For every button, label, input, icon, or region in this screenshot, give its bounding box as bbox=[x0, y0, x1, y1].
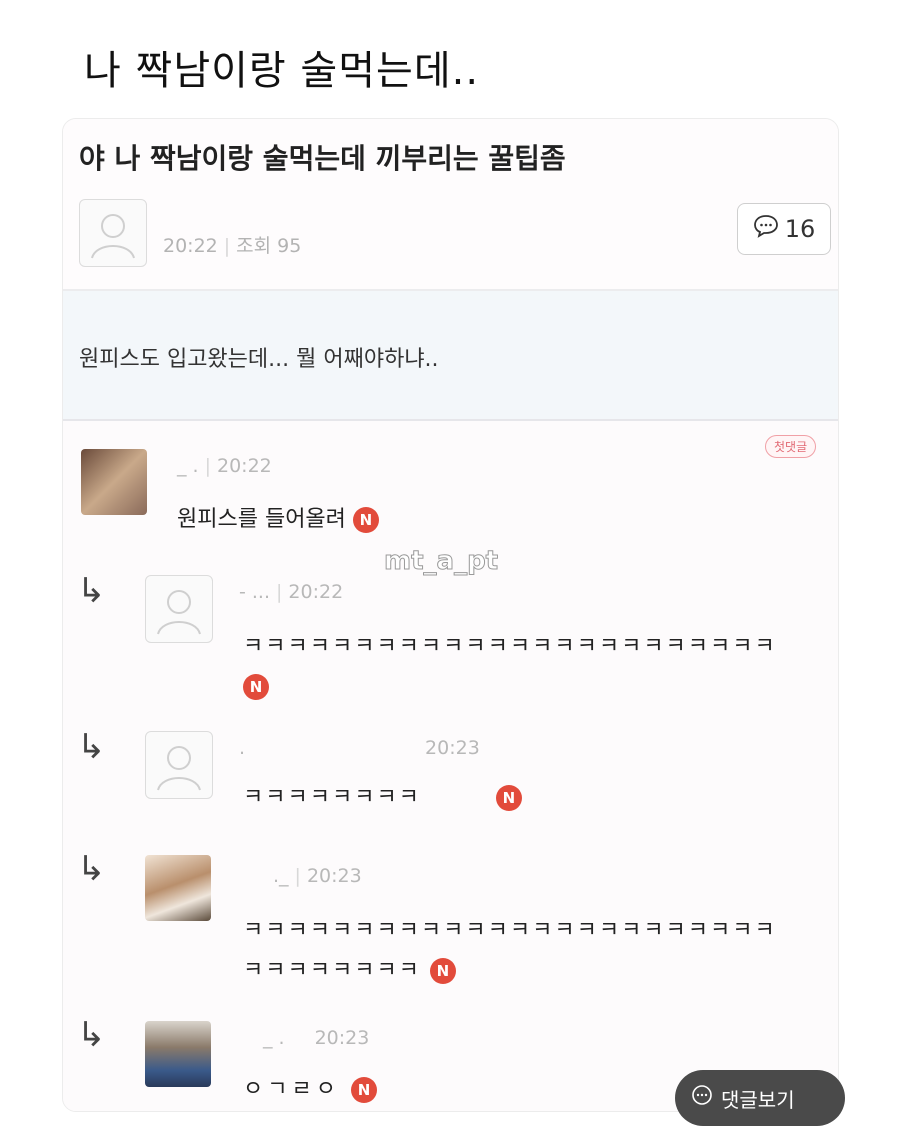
author-avatar-icon[interactable] bbox=[79, 199, 147, 267]
watermark: mt_a_pt bbox=[383, 546, 499, 577]
view-comments-label: 댓글보기 bbox=[721, 1088, 795, 1112]
commenter-avatar[interactable] bbox=[145, 855, 211, 921]
commenter-avatar[interactable] bbox=[145, 1021, 211, 1087]
comment-meta: ._ | 20:23 bbox=[273, 865, 362, 887]
default-avatar-icon[interactable] bbox=[145, 575, 213, 643]
new-badge: N bbox=[429, 958, 456, 984]
comment-count: 16 bbox=[784, 215, 816, 243]
post-views: 조회 95 bbox=[236, 235, 302, 257]
meta-divider: | bbox=[204, 455, 211, 477]
comment-bubble-icon bbox=[753, 214, 779, 244]
comment-text: ㅋㅋㅋㅋㅋㅋㅋㅋㅋㅋㅋㅋㅋㅋㅋㅋㅋㅋㅋㅋㅋㅋㅋㅋ ㅋㅋㅋㅋㅋㅋㅋㅋ N bbox=[243, 911, 777, 991]
comment-text: ㅇㄱㄹㅇ N bbox=[243, 1071, 377, 1103]
commenter-name[interactable]: . bbox=[239, 737, 245, 759]
post-header: 야 나 짝남이랑 술먹는데 끼부리는 꿀팁좀 20:22 | 조회 95 16 bbox=[63, 119, 838, 291]
meta-divider: | bbox=[223, 235, 231, 257]
new-badge: N bbox=[495, 785, 522, 811]
comment-text: ㅋㅋㅋㅋㅋㅋㅋㅋ N bbox=[243, 779, 522, 811]
commenter-name[interactable]: ._ bbox=[273, 865, 289, 887]
comment-body: ㅇㄱㄹㅇ bbox=[243, 1077, 340, 1102]
comment-meta: . 20:23 bbox=[239, 737, 480, 759]
comment-time: 20:23 bbox=[314, 1027, 370, 1049]
comment-body: ㅋㅋㅋㅋㅋㅋㅋㅋ bbox=[243, 785, 421, 810]
comment-bubble-icon bbox=[691, 1084, 713, 1111]
comment-time: 20:22 bbox=[288, 581, 344, 603]
new-badge: N bbox=[350, 1077, 377, 1103]
comment-time: 20:23 bbox=[425, 737, 480, 759]
post-title[interactable]: 야 나 짝남이랑 술먹는데 끼부리는 꿀팁좀 bbox=[79, 137, 566, 177]
post-meta: 20:22 | 조회 95 bbox=[163, 231, 301, 258]
comment-body-line2: ㅋㅋㅋㅋㅋㅋㅋㅋ bbox=[243, 958, 421, 983]
default-avatar-icon[interactable] bbox=[145, 731, 213, 799]
comment-count-button[interactable]: 16 bbox=[737, 203, 831, 255]
new-badge: N bbox=[243, 674, 269, 700]
reply-arrow-icon: ↳ bbox=[77, 1015, 106, 1055]
post-body: 원피스도 입고왔는데... 뭘 어째야하냐.. bbox=[63, 291, 838, 421]
reply-item: ↳ ._ | 20:23 ㅋㅋㅋㅋㅋㅋㅋㅋㅋㅋㅋㅋㅋㅋㅋㅋㅋㅋㅋㅋㅋㅋㅋㅋ ㅋㅋㅋㅋ… bbox=[63, 831, 838, 998]
commenter-avatar[interactable] bbox=[81, 449, 147, 515]
meta-divider: | bbox=[294, 865, 301, 887]
reply-arrow-icon: ↳ bbox=[77, 571, 106, 611]
post-card: 야 나 짝남이랑 술먹는데 끼부리는 꿀팁좀 20:22 | 조회 95 16 원피… bbox=[62, 118, 839, 1112]
first-comment-badge: 첫댓글 bbox=[765, 435, 817, 458]
commenter-name[interactable]: - ... bbox=[239, 581, 270, 603]
comment-time: 20:22 bbox=[217, 455, 272, 477]
page-headline: 나 짝남이랑 술먹는데.. bbox=[84, 48, 480, 94]
post-body-text: 원피스도 입고왔는데... 뭘 어째야하냐.. bbox=[79, 347, 439, 372]
comment-body: ㅋㅋㅋㅋㅋㅋㅋㅋㅋㅋㅋㅋㅋㅋㅋㅋㅋㅋㅋㅋㅋㅋㅋㅋ bbox=[243, 634, 777, 659]
comment-meta: _ . | 20:22 bbox=[177, 455, 272, 477]
comment-text: ㅋㅋㅋㅋㅋㅋㅋㅋㅋㅋㅋㅋㅋㅋㅋㅋㅋㅋㅋㅋㅋㅋㅋㅋ N bbox=[243, 627, 833, 707]
comment-text: 원피스를 들어올려 N bbox=[177, 501, 379, 533]
view-comments-button[interactable]: 댓글보기 bbox=[675, 1070, 845, 1126]
comment-time: 20:23 bbox=[306, 865, 362, 887]
comment-item: _ . | 20:22 첫댓글 원피스를 들어올려 N bbox=[63, 421, 838, 550]
comment-meta: - ... | 20:22 bbox=[239, 581, 343, 603]
reply-arrow-icon: ↳ bbox=[77, 849, 106, 889]
comment-meta: _ . 20:23 bbox=[263, 1027, 369, 1049]
comment-body-line1: ㅋㅋㅋㅋㅋㅋㅋㅋㅋㅋㅋㅋㅋㅋㅋㅋㅋㅋㅋㅋㅋㅋㅋㅋ bbox=[243, 918, 777, 943]
reply-item: ↳ . 20:23 ㅋㅋㅋㅋㅋㅋㅋㅋ N bbox=[63, 705, 838, 832]
reply-arrow-icon: ↳ bbox=[77, 727, 106, 767]
new-badge: N bbox=[352, 507, 379, 533]
commenter-name[interactable]: _ . bbox=[177, 455, 199, 477]
meta-divider: | bbox=[276, 581, 283, 603]
commenter-name[interactable]: _ . bbox=[263, 1027, 285, 1049]
post-time: 20:22 bbox=[163, 235, 218, 257]
comment-body: 원피스를 들어올려 bbox=[177, 507, 346, 532]
